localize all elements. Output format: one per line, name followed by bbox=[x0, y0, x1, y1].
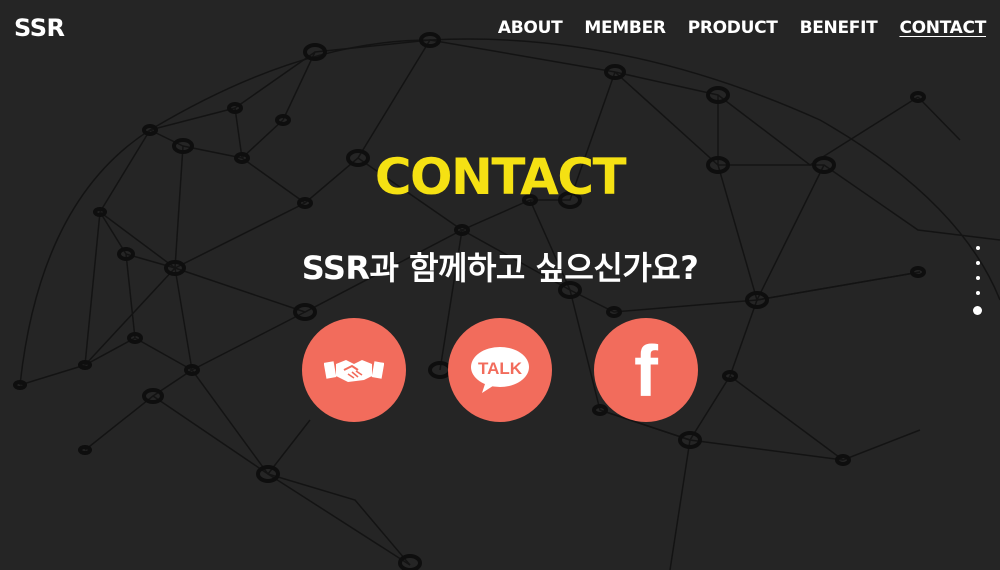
nav-item-member[interactable]: MEMBER bbox=[584, 18, 666, 38]
facebook-icon: f bbox=[634, 338, 659, 402]
facebook-icon-glyph: f bbox=[634, 338, 659, 402]
page-subtitle: SSR과 함께하고 싶으신가요? bbox=[301, 249, 699, 287]
nav-item-product[interactable]: PRODUCT bbox=[688, 18, 778, 38]
section-dot-3[interactable] bbox=[975, 276, 980, 280]
page-title: CONTACT bbox=[374, 148, 627, 206]
section-dot-4[interactable] bbox=[975, 291, 980, 295]
kakaotalk-contact-button[interactable]: TALK bbox=[448, 318, 552, 422]
nav-item-benefit[interactable]: BENEFIT bbox=[800, 18, 878, 38]
section-dots bbox=[973, 246, 982, 315]
nav-item-about[interactable]: ABOUT bbox=[498, 18, 563, 38]
handshake-contact-button[interactable] bbox=[302, 318, 406, 422]
handshake-icon bbox=[324, 360, 384, 382]
site-logo[interactable]: SSR bbox=[14, 14, 65, 42]
kakaotalk-icon-label: TALK bbox=[478, 359, 523, 378]
section-dot-5-active[interactable] bbox=[973, 306, 982, 315]
nav-item-contact[interactable]: CONTACT bbox=[899, 18, 986, 38]
section-dot-2[interactable] bbox=[975, 261, 980, 265]
kakaotalk-icon: TALK bbox=[471, 347, 529, 393]
section-dot-1[interactable] bbox=[975, 246, 980, 250]
facebook-contact-button[interactable]: f bbox=[594, 318, 698, 422]
main-nav: ABOUT MEMBER PRODUCT BENEFIT CONTACT bbox=[498, 18, 986, 38]
